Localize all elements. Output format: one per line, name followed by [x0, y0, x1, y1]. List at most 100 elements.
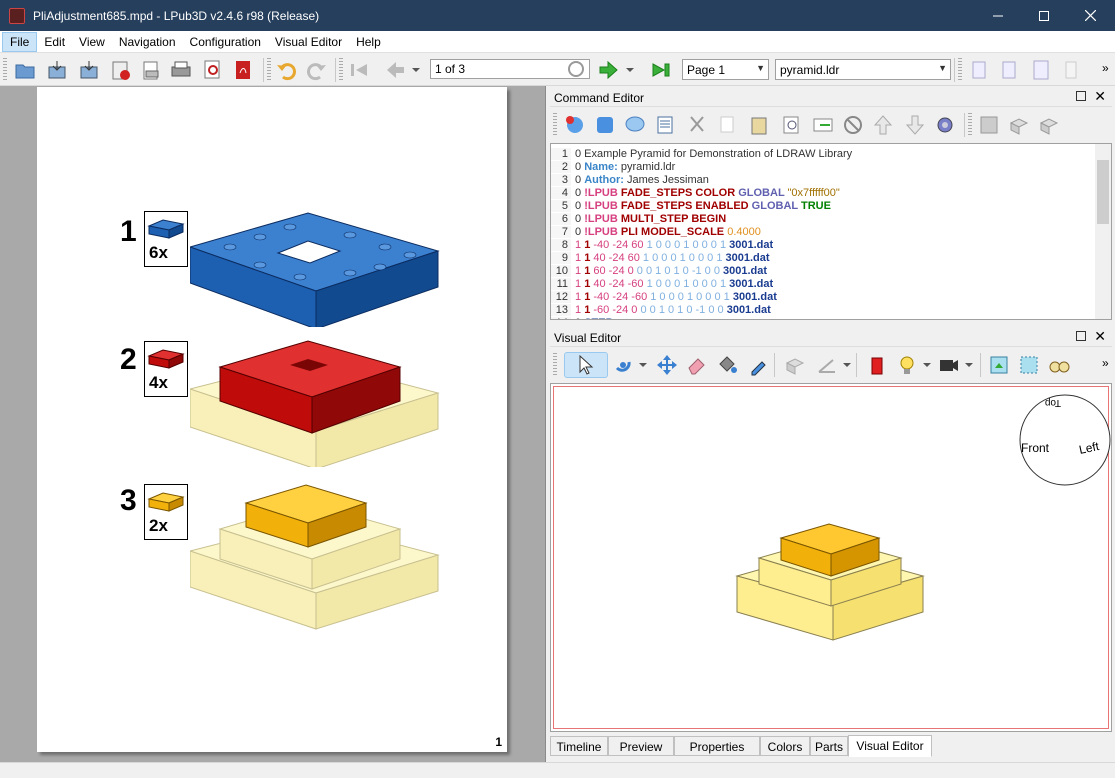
parts-list-box[interactable]: 2x	[144, 484, 188, 540]
first-page-button[interactable]	[346, 57, 372, 83]
scrollbar-thumb[interactable]	[1097, 160, 1109, 224]
select-tool-button[interactable]	[564, 352, 608, 378]
export-pdf-preview-button[interactable]	[199, 57, 225, 83]
rotate-menu[interactable]	[636, 352, 650, 378]
move-up-button[interactable]	[870, 112, 896, 138]
code-line[interactable]: 91 1 40 -24 60 1 0 0 0 1 0 0 0 1 3001.da…	[551, 252, 1096, 265]
page-select[interactable]: Page 1 ▼	[682, 59, 769, 80]
redo-button[interactable]	[304, 57, 330, 83]
view-cube[interactable]: Top Front Left	[1017, 388, 1115, 488]
step-model-image[interactable]	[190, 337, 440, 467]
menu-file[interactable]: File	[2, 31, 38, 52]
toolbar-grip[interactable]	[553, 113, 557, 137]
parts-list-box[interactable]: 6x	[144, 211, 188, 267]
code-line[interactable]: 20 Name: pyramid.ldr	[551, 161, 1096, 174]
tab-preview[interactable]: Preview	[608, 736, 674, 756]
paste-button[interactable]	[746, 112, 772, 138]
code-line[interactable]: 40 !LPUB FADE_STEPS COLOR GLOBAL "0x7fff…	[551, 187, 1096, 200]
refresh-button[interactable]	[592, 112, 618, 138]
code-line[interactable]: 81 1 -40 -24 60 1 0 0 0 1 0 0 0 1 3001.d…	[551, 239, 1096, 252]
code-line[interactable]: 10 1 1 60 -24 0 0 0 1 0 1 0 -1 0 0 3001.d…	[551, 265, 1096, 278]
save-as-button[interactable]	[76, 57, 102, 83]
code-line[interactable]: 12 1 1 -40 -24 -60 1 0 0 0 1 0 0 0 1 3001…	[551, 291, 1096, 304]
close-icon[interactable]: ✕	[1094, 328, 1106, 345]
update-commands-button[interactable]	[562, 112, 588, 138]
eraser-tool-button[interactable]	[684, 352, 710, 378]
cut-button[interactable]	[684, 112, 710, 138]
float-icon[interactable]	[1076, 331, 1086, 341]
open-button[interactable]	[12, 57, 38, 83]
toolbar-grip[interactable]	[968, 113, 972, 137]
export-pdf-button[interactable]	[230, 57, 256, 83]
fit-width-button[interactable]	[966, 57, 992, 83]
step-number[interactable]: 3	[120, 484, 137, 518]
maximize-button[interactable]	[1021, 0, 1067, 31]
menu-navigation[interactable]: Navigation	[112, 33, 183, 51]
code-line[interactable]: 140 STEP	[551, 317, 1096, 319]
undo-button[interactable]	[273, 57, 299, 83]
3d-viewport[interactable]: Top Front Left	[550, 383, 1112, 732]
page-view[interactable]: 1 6x 2 4x 3 2x 1	[0, 86, 546, 762]
next-page-button[interactable]	[596, 57, 622, 83]
stop-button[interactable]	[840, 112, 866, 138]
toolbar-overflow-button[interactable]: »	[1102, 61, 1109, 75]
camera-button[interactable]	[936, 352, 962, 378]
look-at-button[interactable]	[1046, 352, 1072, 378]
copy-button[interactable]	[714, 112, 740, 138]
code-line[interactable]: 50 !LPUB FADE_STEPS ENABLED GLOBAL TRUE	[551, 200, 1096, 213]
toolbar-grip[interactable]	[958, 58, 962, 82]
zoom-extents-button[interactable]	[986, 352, 1012, 378]
actual-size-button[interactable]	[1058, 57, 1084, 83]
tab-colors[interactable]: Colors	[760, 736, 810, 756]
last-page-button[interactable]	[648, 57, 674, 83]
fit-visible-button[interactable]	[996, 57, 1022, 83]
tab-properties[interactable]: Properties	[674, 736, 760, 756]
code-line[interactable]: 11 1 1 40 -24 -60 1 0 0 0 1 0 0 0 1 3001.…	[551, 278, 1096, 291]
tab-visual-editor[interactable]: Visual Editor	[848, 735, 932, 757]
step-number[interactable]: 2	[120, 343, 137, 377]
tab-parts[interactable]: Parts	[810, 736, 848, 756]
code-line[interactable]: 1 0 Example Pyramid for Demonstration of …	[551, 148, 1096, 161]
close-icon[interactable]: ✕	[1094, 88, 1106, 105]
move-tool-button[interactable]	[654, 352, 680, 378]
toolbar-grip[interactable]	[553, 353, 557, 377]
code-line[interactable]: 60 !LPUB MULTI_STEP BEGIN	[551, 213, 1096, 226]
snap-button[interactable]	[782, 352, 808, 378]
step-number-field[interactable]: 1 of 3	[430, 59, 590, 79]
submodel-button[interactable]	[1036, 112, 1062, 138]
menu-configuration[interactable]: Configuration	[183, 33, 268, 51]
code-line[interactable]: 30 Author: James Jessiman	[551, 174, 1096, 187]
fit-page-button[interactable]	[1028, 57, 1054, 83]
grid-button[interactable]	[976, 112, 1002, 138]
editor-scrollbar[interactable]	[1095, 144, 1111, 319]
close-button[interactable]	[1067, 0, 1113, 31]
step-number[interactable]: 1	[120, 215, 137, 249]
camera-menu[interactable]	[962, 352, 976, 378]
move-down-button[interactable]	[902, 112, 928, 138]
toolbar-grip[interactable]	[3, 58, 7, 82]
toolbar-grip[interactable]	[267, 58, 271, 82]
paint-tool-button[interactable]	[714, 352, 740, 378]
menu-help[interactable]: Help	[349, 33, 388, 51]
save-button[interactable]	[44, 57, 70, 83]
print-button[interactable]	[168, 57, 194, 83]
3d-model[interactable]	[735, 520, 935, 650]
previous-page-button[interactable]	[382, 57, 408, 83]
float-icon[interactable]	[1076, 91, 1086, 101]
step-model-image[interactable]	[190, 207, 440, 327]
minimize-button[interactable]	[975, 0, 1021, 31]
step-reset-icon[interactable]	[568, 61, 584, 77]
list-button[interactable]	[652, 112, 678, 138]
print-preview-button[interactable]	[138, 57, 164, 83]
fit-view-button[interactable]	[1016, 352, 1042, 378]
command-editor-text[interactable]: 1 0 Example Pyramid for Demonstration of …	[550, 143, 1112, 320]
preferences-button[interactable]	[932, 112, 958, 138]
angle-snap-menu[interactable]	[840, 352, 854, 378]
menu-visual-editor[interactable]: Visual Editor	[268, 33, 349, 51]
parts-button[interactable]	[1006, 112, 1032, 138]
find-button[interactable]	[778, 112, 804, 138]
next-page-menu[interactable]	[622, 57, 638, 83]
angle-snap-button[interactable]	[814, 352, 840, 378]
rotate-tool-button[interactable]	[610, 352, 636, 378]
parts-list-box[interactable]: 4x	[144, 341, 188, 397]
